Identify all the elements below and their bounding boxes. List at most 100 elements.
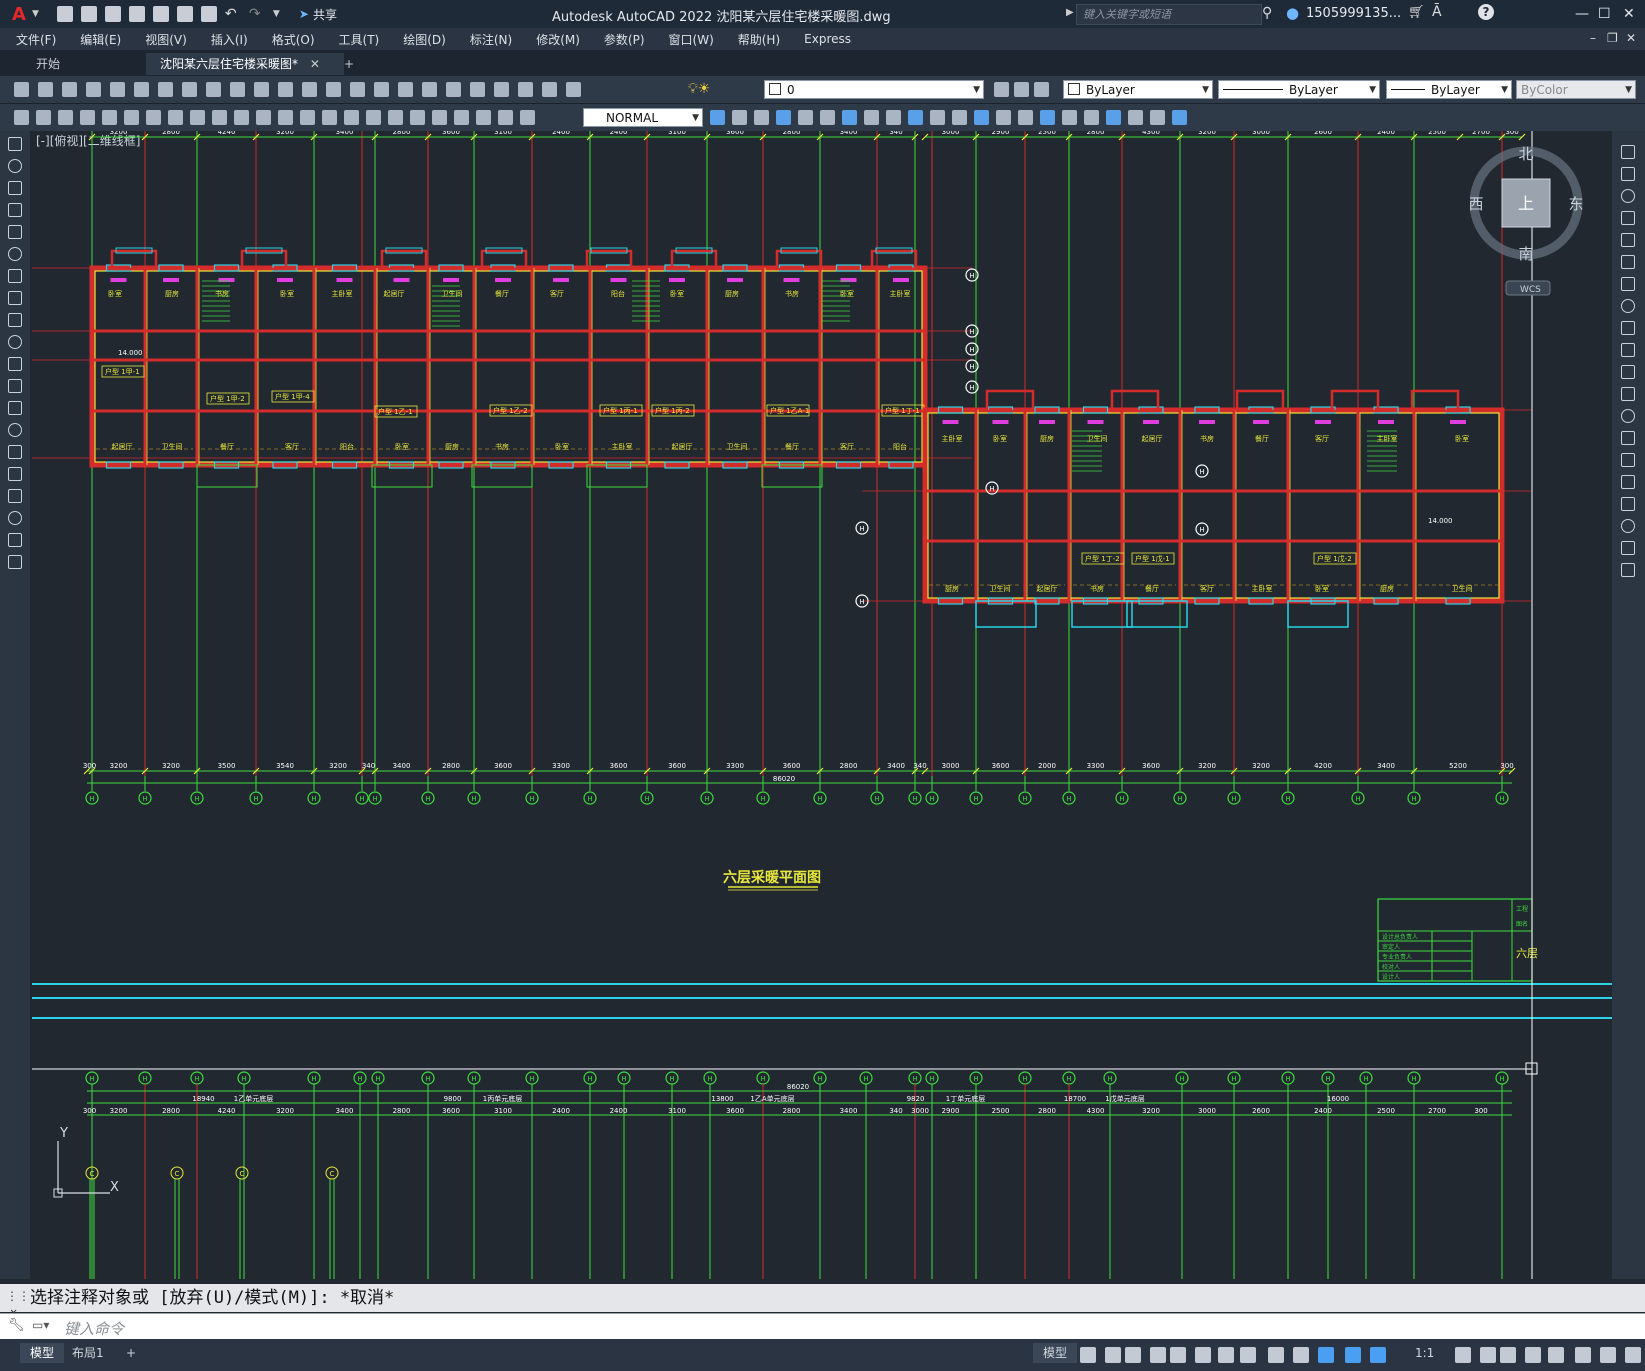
left-tool-icon[interactable] — [8, 159, 22, 173]
dimstyle-dropdown[interactable]: NORMAL ▼ — [583, 108, 703, 127]
tb2-tool-icon[interactable] — [36, 110, 51, 125]
right-tool-icon[interactable] — [1621, 211, 1635, 225]
left-tool-icon[interactable] — [8, 247, 22, 261]
status-toggle-icon[interactable] — [1125, 1347, 1141, 1363]
plot-icon[interactable] — [200, 6, 217, 22]
tb2-tool-icon[interactable] — [322, 110, 337, 125]
maximize-button[interactable]: ☐ — [1598, 6, 1611, 22]
status-toggle-icon[interactable] — [1318, 1347, 1334, 1363]
command-input[interactable]: 键入命令 — [64, 1318, 124, 1339]
modify-tool-icon[interactable] — [732, 110, 747, 125]
tb2-tool-icon[interactable] — [410, 110, 425, 125]
open-web-icon[interactable] — [176, 6, 193, 22]
tb2-tool-icon[interactable] — [388, 110, 403, 125]
save-icon[interactable] — [104, 6, 121, 22]
status-toggle-icon[interactable] — [1170, 1347, 1186, 1363]
menu-express[interactable]: Express — [792, 32, 863, 46]
menu-dimension[interactable]: 标注(N) — [458, 31, 524, 48]
left-tool-icon[interactable] — [8, 313, 22, 327]
layer-dropdown[interactable]: 0 ▼ — [764, 80, 984, 99]
tb2-tool-icon[interactable] — [212, 110, 227, 125]
left-tool-icon[interactable] — [8, 555, 22, 569]
left-tool-icon[interactable] — [8, 423, 22, 437]
search-icon[interactable]: ⚲ — [1262, 5, 1272, 21]
modify-tool-icon[interactable] — [1062, 110, 1077, 125]
tb1-tool-icon[interactable] — [494, 82, 509, 97]
drawing-close-icon[interactable]: ✕ — [1626, 31, 1636, 45]
tb2-tool-icon[interactable] — [454, 110, 469, 125]
right-tool-icon[interactable] — [1621, 277, 1635, 291]
tb2-tool-icon[interactable] — [80, 110, 95, 125]
left-tool-icon[interactable] — [8, 181, 22, 195]
customize-quick-access-icon[interactable]: ▼ — [273, 6, 289, 22]
tb1-tool-icon[interactable] — [350, 82, 365, 97]
tb1-tool-icon[interactable] — [62, 82, 77, 97]
left-tool-icon[interactable] — [8, 357, 22, 371]
tb2-tool-icon[interactable] — [256, 110, 271, 125]
annotation-scale[interactable]: 1:1 — [1405, 1343, 1444, 1363]
add-layout-button[interactable]: + — [116, 1343, 146, 1363]
tb2-tool-icon[interactable] — [344, 110, 359, 125]
command-settings-icon[interactable]: 🔧︎ — [8, 1318, 25, 1333]
menu-file[interactable]: 文件(F) — [0, 31, 68, 48]
left-tool-icon[interactable] — [8, 225, 22, 239]
modify-tool-icon[interactable] — [1084, 110, 1099, 125]
status-toggle-icon[interactable] — [1345, 1347, 1361, 1363]
status-toggle-icon[interactable] — [1625, 1347, 1641, 1363]
menu-draw[interactable]: 绘图(D) — [391, 31, 458, 48]
tb1-tool-icon[interactable] — [518, 82, 533, 97]
tab-drawing[interactable]: 沈阳某六层住宅楼采暖图* ✕ — [146, 53, 344, 75]
modify-tool-icon[interactable] — [1106, 110, 1121, 125]
model-space-button[interactable]: 模型 — [1033, 1343, 1078, 1363]
tab-layout1[interactable]: 布局1 — [62, 1343, 114, 1363]
status-toggle-icon[interactable] — [1080, 1347, 1096, 1363]
tb2-tool-icon[interactable] — [58, 110, 73, 125]
search-input[interactable]: 键入关键字或短语 — [1076, 4, 1262, 25]
right-tool-icon[interactable] — [1621, 409, 1635, 423]
status-toggle-icon[interactable] — [1150, 1347, 1166, 1363]
save-as-icon[interactable] — [128, 6, 145, 22]
left-tool-icon[interactable] — [8, 533, 22, 547]
cart-icon[interactable]: 🛒︎ — [1408, 5, 1425, 20]
tb2-tool-icon[interactable] — [168, 110, 183, 125]
menu-help[interactable]: 帮助(H) — [726, 31, 792, 48]
tb1-tool-icon[interactable] — [254, 82, 269, 97]
drawing-canvas[interactable]: [-][俯视][二维线框] 卧室 厨房 书房 卧室 主卧室 起居厅 卫生间 餐厅 客厅 阳台 卧室厨… — [32, 131, 1612, 1279]
tb1-tool-icon[interactable] — [374, 82, 389, 97]
tb1-tool-icon[interactable] — [230, 82, 245, 97]
right-tool-icon[interactable] — [1621, 255, 1635, 269]
chevron-right-icon[interactable]: ▶ — [1066, 7, 1074, 18]
right-tool-icon[interactable] — [1621, 475, 1635, 489]
right-tool-icon[interactable] — [1621, 343, 1635, 357]
right-tool-icon[interactable] — [1621, 541, 1635, 555]
tb1-tool-icon[interactable] — [326, 82, 341, 97]
left-tool-icon[interactable] — [8, 335, 22, 349]
left-tool-icon[interactable] — [8, 445, 22, 459]
share-icon[interactable]: ➤ — [299, 7, 309, 21]
status-toggle-icon[interactable] — [1600, 1347, 1616, 1363]
modify-tool-icon[interactable] — [710, 110, 725, 125]
right-tool-icon[interactable] — [1621, 453, 1635, 467]
right-tool-icon[interactable] — [1621, 563, 1635, 577]
menu-tools[interactable]: 工具(T) — [327, 31, 392, 48]
left-tool-icon[interactable] — [8, 489, 22, 503]
layer-tool-icon[interactable] — [1034, 82, 1049, 97]
modify-tool-icon[interactable] — [908, 110, 923, 125]
layer-tool-icon[interactable] — [1014, 82, 1029, 97]
undo-icon[interactable]: ↶ — [225, 6, 241, 22]
right-tool-icon[interactable] — [1621, 365, 1635, 379]
tb1-tool-icon[interactable] — [158, 82, 173, 97]
viewcube-compass[interactable]: 上 北 南 东 西 WCS — [1468, 143, 1590, 303]
color-dropdown[interactable]: ByLayer ▼ — [1063, 80, 1213, 99]
status-toggle-icon[interactable] — [1240, 1347, 1256, 1363]
tb1-tool-icon[interactable] — [110, 82, 125, 97]
tb1-tool-icon[interactable] — [86, 82, 101, 97]
drawing-restore-icon[interactable]: ❐ — [1607, 31, 1618, 45]
tb2-tool-icon[interactable] — [476, 110, 491, 125]
status-toggle-icon[interactable] — [1500, 1347, 1516, 1363]
user-icon[interactable]: ● — [1286, 4, 1299, 22]
tb1-tool-icon[interactable] — [470, 82, 485, 97]
tb1-tool-icon[interactable] — [422, 82, 437, 97]
tb2-tool-icon[interactable] — [190, 110, 205, 125]
close-button[interactable]: ✕ — [1623, 6, 1635, 22]
